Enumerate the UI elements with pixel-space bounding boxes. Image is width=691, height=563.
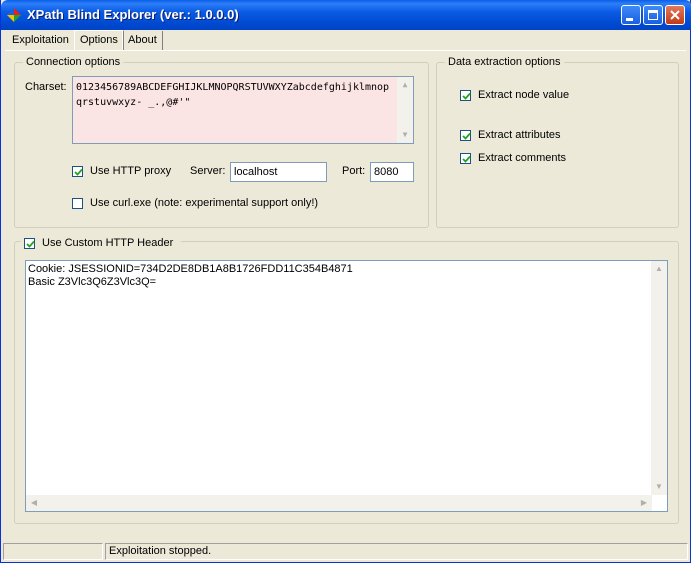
checkmark-icon <box>462 155 471 163</box>
tab-exploitation[interactable]: Exploitation <box>7 31 74 50</box>
checkmark-icon <box>462 92 471 100</box>
header-vertical-scrollbar[interactable]: ▲ ▼ <box>651 261 667 495</box>
custom-header-content: Cookie: JSESSIONID=734D2DE8DB1A8B1726FDD… <box>28 263 353 288</box>
status-panel-left <box>3 543 103 560</box>
use-curl-checkbox[interactable] <box>72 198 83 209</box>
server-input[interactable]: localhost <box>230 162 327 182</box>
port-label: Port: <box>342 165 366 177</box>
use-http-proxy-label: Use HTTP proxy <box>90 165 172 177</box>
checkmark-icon <box>26 240 35 248</box>
server-label: Server: <box>190 165 226 177</box>
charset-textarea[interactable]: 0123456789ABCDEFGHIJKLMNOPQRSTUVWXYZabcd… <box>72 76 414 144</box>
custom-header-textarea[interactable]: Cookie: JSESSIONID=734D2DE8DB1A8B1726FDD… <box>25 260 668 512</box>
scroll-up-icon[interactable]: ▲ <box>397 77 413 93</box>
tab-about[interactable]: About <box>122 31 163 50</box>
extract-node-value-label: Extract node value <box>478 89 570 101</box>
extract-node-value-checkbox[interactable] <box>460 90 471 101</box>
port-input[interactable]: 8080 <box>370 162 414 182</box>
tab-divider <box>5 50 686 51</box>
extract-comments-label: Extract comments <box>478 152 567 164</box>
tab-options[interactable]: Options <box>74 30 124 51</box>
use-http-proxy-checkbox[interactable] <box>72 166 83 177</box>
use-curl-label: Use curl.exe (note: experimental support… <box>90 197 319 209</box>
maximize-button[interactable] <box>643 5 663 25</box>
tab-strip: Exploitation Options About <box>3 30 689 52</box>
scroll-right-icon[interactable]: ▶ <box>636 495 652 511</box>
close-button[interactable] <box>665 5 685 25</box>
extract-attributes-checkbox[interactable] <box>460 130 471 141</box>
use-custom-header-checkbox[interactable] <box>24 238 35 249</box>
header-horizontal-scrollbar[interactable]: ◀ ▶ <box>26 495 652 511</box>
app-window: XPath Blind Explorer (ver.: 1.0.0.0) Exp… <box>0 0 691 563</box>
scroll-down-icon[interactable]: ▼ <box>651 479 667 495</box>
status-message: Exploitation stopped. <box>105 543 688 560</box>
data-extraction-group: Data extraction options <box>436 56 679 228</box>
extract-comments-checkbox[interactable] <box>460 153 471 164</box>
charset-scrollbar[interactable]: ▲ ▼ <box>397 77 413 143</box>
scroll-left-icon[interactable]: ◀ <box>26 495 42 511</box>
title-bar[interactable]: XPath Blind Explorer (ver.: 1.0.0.0) <box>1 0 691 30</box>
data-extraction-label: Data extraction options <box>445 56 564 68</box>
use-custom-header-label: Use Custom HTTP Header <box>42 237 174 249</box>
checkmark-icon <box>74 168 83 176</box>
window-title: XPath Blind Explorer (ver.: 1.0.0.0) <box>27 7 239 22</box>
checkmark-icon <box>462 132 471 140</box>
charset-value: 0123456789ABCDEFGHIJKLMNOPQRSTUVWXYZabcd… <box>76 82 390 108</box>
minimize-button[interactable] <box>621 5 641 25</box>
charset-label: Charset: <box>25 81 67 93</box>
scroll-up-icon[interactable]: ▲ <box>651 261 667 277</box>
connection-options-label: Connection options <box>23 56 124 68</box>
app-icon <box>7 8 21 22</box>
extract-attributes-label: Extract attributes <box>478 129 561 141</box>
close-icon <box>670 10 680 20</box>
status-bar: Exploitation stopped. <box>3 542 690 562</box>
scroll-down-icon[interactable]: ▼ <box>397 127 413 143</box>
